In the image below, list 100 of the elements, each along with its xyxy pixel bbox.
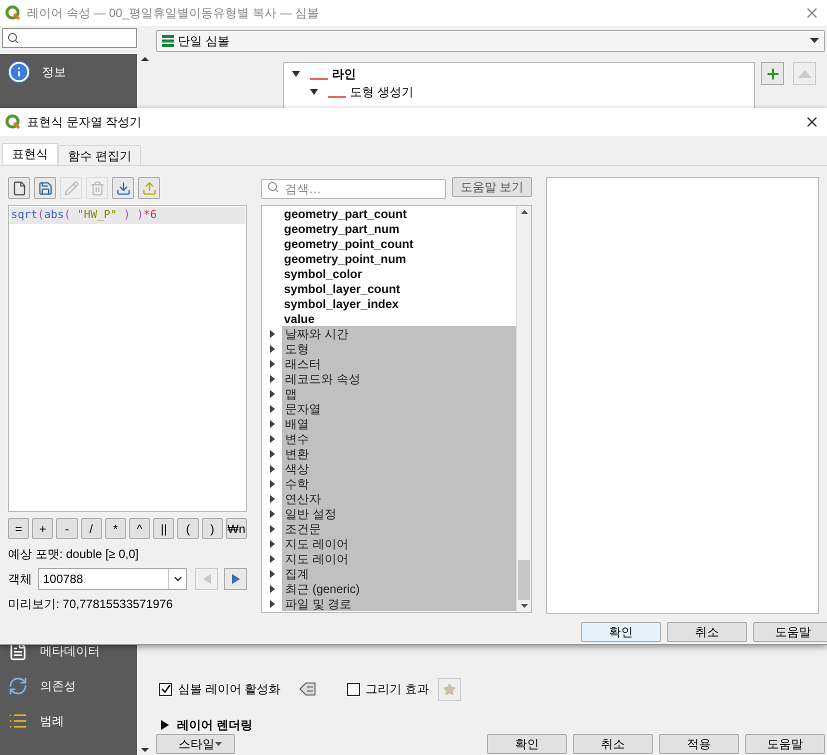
function-group-item[interactable]: 변수 — [282, 431, 516, 446]
scrollbar-thumb[interactable] — [518, 560, 530, 600]
expand-arrow-icon[interactable] — [270, 584, 274, 592]
expand-arrow-icon[interactable] — [270, 390, 274, 398]
function-group-item[interactable]: 색상 — [282, 461, 516, 476]
function-group-item[interactable]: 변환 — [282, 446, 516, 461]
operator-button[interactable]: ) — [202, 518, 223, 539]
operator-button[interactable]: ( — [177, 518, 199, 539]
expression-editor[interactable]: sqrt(abs( "HW_P" ) )*6 — [8, 205, 247, 512]
toolbar-button[interactable] — [34, 177, 56, 199]
function-group-item[interactable]: 레코드와 속성 — [282, 371, 516, 386]
function-item[interactable]: geometry_part_num — [284, 220, 400, 238]
expand-arrow-icon[interactable] — [270, 420, 274, 428]
operator-button[interactable]: * — [104, 518, 126, 539]
sidebar-search-field[interactable] — [2, 28, 137, 48]
function-group-item[interactable]: 문자열 — [282, 401, 516, 416]
checkbox[interactable] — [159, 682, 172, 696]
expand-arrow-icon[interactable] — [270, 374, 274, 382]
function-item[interactable]: geometry_point_count — [284, 234, 414, 252]
add-layer-button[interactable] — [761, 62, 784, 85]
function-group-item[interactable]: 수학 — [282, 476, 516, 491]
dialog-button[interactable]: 취소 — [667, 622, 747, 642]
upload-icon — [142, 180, 156, 196]
function-item[interactable]: value — [284, 310, 315, 328]
tree-item[interactable]: 도형 생성기 — [350, 83, 414, 101]
toolbar-button[interactable] — [112, 177, 134, 199]
show-help-button[interactable]: 도움말 보기 — [452, 177, 532, 197]
dialog-button[interactable]: 도움말 — [753, 622, 827, 642]
scrollbar[interactable] — [516, 206, 531, 612]
expand-arrow-icon[interactable] — [270, 600, 274, 608]
function-group-item[interactable]: 일반 설정 — [282, 506, 516, 521]
expand-arrow-icon[interactable] — [270, 480, 274, 488]
trash-icon — [90, 180, 104, 196]
function-group-item[interactable]: 날짜와 시간 — [282, 326, 516, 341]
expand-arrow-icon[interactable] — [270, 464, 274, 472]
function-group-item[interactable]: 맵 — [282, 386, 516, 401]
operator-button[interactable]: ₩n — [226, 518, 248, 539]
tree-item[interactable]: 라인 — [332, 65, 356, 83]
function-group-item[interactable]: 배열 — [282, 416, 516, 431]
renderer-combobox[interactable]: 단일 심볼 — [156, 30, 825, 52]
left-triangle-icon — [202, 572, 212, 584]
window-button[interactable]: 취소 — [573, 734, 653, 754]
right-triangle-icon — [230, 572, 240, 584]
style-dropdown[interactable]: 스타일 — [156, 734, 235, 754]
expand-arrow-icon[interactable] — [270, 570, 274, 578]
expand-arrow-icon[interactable] — [270, 494, 274, 502]
function-item[interactable]: symbol_layer_count — [284, 280, 400, 298]
operator-button[interactable]: + — [32, 518, 54, 539]
function-item[interactable]: symbol_color — [284, 264, 362, 282]
function-group-item[interactable]: 최근 (generic) — [282, 581, 516, 596]
expand-arrow-icon[interactable] — [270, 434, 274, 442]
window-button[interactable]: 확인 — [487, 734, 567, 754]
sidebar-item[interactable]: 정보 — [42, 62, 66, 80]
search-field[interactable]: 검색… — [261, 179, 446, 199]
expand-arrow-icon[interactable] — [270, 330, 274, 338]
expand-arrow-icon[interactable] — [270, 404, 274, 412]
function-group-item[interactable]: 연산자 — [282, 491, 516, 506]
function-item[interactable]: geometry_point_num — [284, 250, 406, 268]
checkbox[interactable] — [346, 682, 360, 696]
function-group-item[interactable]: 파일 및 경로 — [282, 596, 516, 611]
dialog-title: 표현식 문자열 작성기 — [27, 114, 142, 131]
next-button[interactable] — [224, 568, 247, 590]
feature-combobox[interactable]: 100788 — [38, 568, 187, 590]
expand-caret-icon[interactable] — [292, 70, 300, 78]
function-group-item[interactable]: 래스터 — [282, 356, 516, 371]
expand-arrow-icon[interactable] — [270, 360, 274, 368]
line-symbol-icon — [310, 78, 328, 80]
expand-arrow-icon[interactable] — [161, 720, 169, 730]
operator-button[interactable]: ^ — [129, 518, 150, 539]
sidebar-item[interactable]: 의존성 — [40, 676, 76, 694]
tab[interactable]: 함수 편집기 — [58, 145, 142, 166]
sidebar-item[interactable]: 메타데이터 — [40, 642, 100, 660]
expand-arrow-icon[interactable] — [270, 524, 274, 532]
info-icon — [8, 60, 30, 82]
expand-arrow-icon[interactable] — [270, 554, 274, 562]
operator-button[interactable]: / — [80, 518, 102, 539]
function-group-item[interactable]: 조건문 — [282, 521, 516, 536]
section-header[interactable]: 레이어 렌더링 — [177, 716, 252, 734]
scroll-up-arrow-icon[interactable] — [140, 54, 150, 64]
expand-arrow-icon[interactable] — [270, 540, 274, 548]
expand-arrow-icon[interactable] — [270, 510, 274, 518]
function-group-item[interactable]: 도형 — [282, 341, 516, 356]
window-button[interactable]: 도움말 — [745, 734, 825, 754]
function-item[interactable]: symbol_layer_index — [284, 294, 399, 312]
function-group-item[interactable]: 지도 레이어 — [282, 536, 516, 551]
expand-arrow-icon[interactable] — [270, 344, 274, 352]
operator-button[interactable]: = — [8, 518, 30, 539]
window-button[interactable]: 적용 — [659, 734, 739, 754]
operator-button[interactable]: || — [153, 518, 174, 539]
function-item[interactable]: geometry_part_count — [284, 206, 407, 222]
sidebar-item[interactable]: 범례 — [40, 712, 64, 730]
tab[interactable]: 표현식 — [2, 143, 58, 164]
dialog-button[interactable]: 확인 — [581, 622, 661, 642]
operator-button[interactable]: - — [56, 518, 78, 539]
function-group-item[interactable]: 지도 레이어 — [282, 551, 516, 566]
function-group-item[interactable]: 집계 — [282, 566, 516, 581]
expand-arrow-icon[interactable] — [270, 450, 274, 458]
expand-caret-icon[interactable] — [310, 88, 318, 96]
scroll-down-arrow-icon[interactable] — [140, 745, 150, 755]
toolbar-button[interactable] — [8, 177, 30, 199]
